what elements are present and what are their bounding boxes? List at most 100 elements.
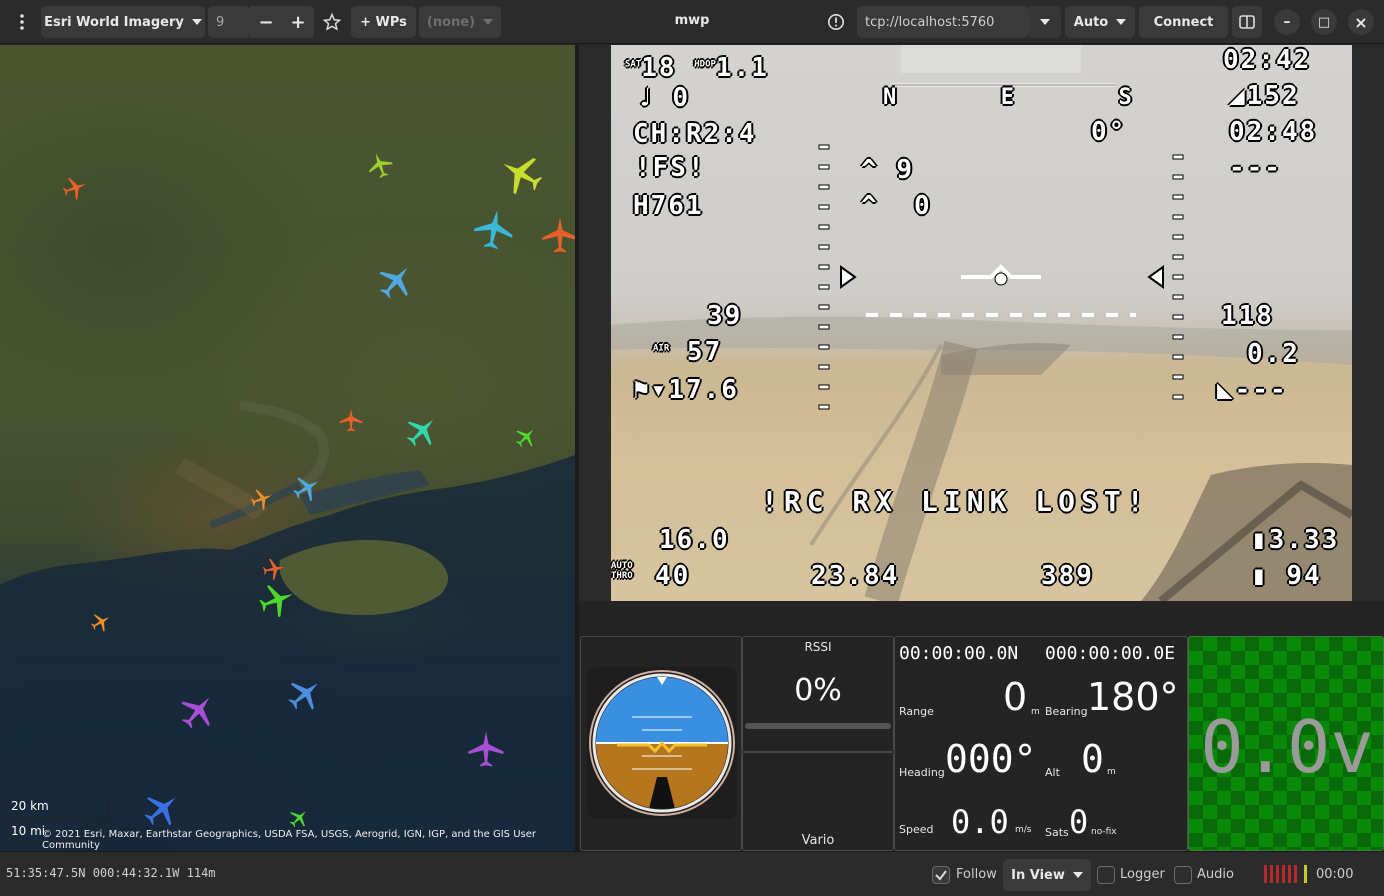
voltage-value: 0.0v xyxy=(1200,705,1374,789)
aircraft-icon[interactable] xyxy=(540,215,575,255)
nav-latitude: 00:00:00.0N xyxy=(899,643,1019,664)
range-label: Range xyxy=(899,705,934,718)
osd-time2: 02:48 xyxy=(1229,117,1318,147)
zoom-out-button[interactable]: − xyxy=(250,6,282,38)
osd-efficiency: 389 xyxy=(1041,561,1094,591)
osd-ground-speed: 39 xyxy=(707,301,743,331)
mission-dropdown[interactable]: (none) xyxy=(419,6,501,38)
osd-angle: 0° xyxy=(1091,117,1127,147)
osd-channel: CH:R2:4 xyxy=(633,119,757,149)
osd-sats: SAT18 HDOP1.1 xyxy=(625,53,769,83)
map-view[interactable]: 20 km 10 mi © 2021 Esri, Maxar, Earthsta… xyxy=(0,45,575,851)
map-source-dropdown[interactable]: Esri World Imagery xyxy=(41,6,205,38)
alt-unit: m xyxy=(1107,767,1116,777)
sats-value: 0 xyxy=(1069,803,1089,841)
nav-longitude: 000:00:00.0E xyxy=(1045,643,1176,664)
checkmark-icon xyxy=(935,870,947,881)
heading-label: Heading xyxy=(899,766,945,779)
aircraft-icon[interactable] xyxy=(466,729,506,769)
osd-h761: H761 xyxy=(633,191,704,221)
sats-unit: no-fix xyxy=(1091,827,1117,837)
speed-unit: m/s xyxy=(1015,825,1032,835)
osd-vario: 0.2 xyxy=(1247,339,1300,369)
main-menu-button[interactable] xyxy=(8,6,36,38)
vario-panel: Vario xyxy=(742,752,894,851)
header-bar: Esri World Imagery 9 − + + WPs (none) mw… xyxy=(0,0,1384,44)
osd-link-lost: !RC RX LINK LOST! xyxy=(761,485,1150,518)
favourite-button[interactable] xyxy=(318,6,346,38)
chevron-down-icon xyxy=(1072,872,1083,878)
connect-button[interactable]: Connect xyxy=(1139,6,1228,38)
chevron-down-icon xyxy=(191,19,202,25)
aircraft-icon[interactable] xyxy=(469,204,520,255)
speed-label: Speed xyxy=(899,823,934,836)
osd-auto-thro-label: AUTO THRO xyxy=(611,561,633,581)
chevron-down-icon xyxy=(1040,19,1050,25)
range-unit: m xyxy=(1031,707,1040,717)
speed-value: 0.0 xyxy=(951,803,1009,841)
bearing-value: 180° xyxy=(1087,675,1179,719)
video-pane: SAT18 HDOP1.1 ♩ 0 N E S CH:R2:4 !FS! H76… xyxy=(579,45,1384,601)
artificial-horizon xyxy=(589,670,735,816)
mission-select-label: (none) xyxy=(426,14,476,30)
osd-cell-voltage: ▮3.33 xyxy=(1251,525,1340,555)
add-waypoints-button[interactable]: + WPs xyxy=(351,6,416,38)
osd-airspeed: AIR 57 xyxy=(653,337,723,367)
device-dropdown-button[interactable] xyxy=(1029,6,1061,38)
nav-status-panel: 00:00:00.0N 000:00:00.0E Range 0 m Beari… xyxy=(894,636,1188,851)
osd-dash1: --- xyxy=(1229,153,1282,183)
scale-bar-km: 20 km xyxy=(6,795,108,819)
osd-battery-pct: ▮ 94 xyxy=(1251,561,1322,591)
osd-zero-b: ^ 0 xyxy=(861,191,932,221)
alt-value: 0 xyxy=(1081,737,1104,781)
logger-label: Logger xyxy=(1120,867,1165,882)
vario-label: Vario xyxy=(801,833,835,848)
osd-time1: 02:42 xyxy=(1223,45,1312,75)
info-button[interactable] xyxy=(820,6,852,38)
heading-value: 000° xyxy=(945,737,1037,781)
rssi-panel: RSSI 0% xyxy=(742,636,894,752)
osd-current: 16.0 xyxy=(659,525,730,555)
view-mode-label: In View xyxy=(1011,867,1065,883)
follow-checkbox[interactable] xyxy=(932,866,950,884)
osd-mah: 23.84 xyxy=(811,561,900,591)
maximize-button[interactable]: □ xyxy=(1311,9,1337,35)
status-bar: 51:35:47.5N 000:44:32.1W 114m Follow In … xyxy=(0,851,1384,896)
pane-toggle-icon xyxy=(1239,15,1255,29)
vertical-dots-icon xyxy=(20,14,24,30)
device-input[interactable]: tcp://localhost:5760 xyxy=(857,6,1029,38)
protocol-dropdown[interactable]: Auto xyxy=(1065,6,1135,38)
alt-label: Alt xyxy=(1045,766,1060,779)
chevron-down-icon xyxy=(483,19,494,25)
osd-heading-tape: N E S xyxy=(883,85,1158,110)
view-mode-dropdown[interactable]: In View xyxy=(1003,859,1091,891)
link-quality-bars xyxy=(1264,865,1307,883)
osd-dash2: ◣--- xyxy=(1217,375,1288,405)
osd-count: ♩ 0 xyxy=(637,83,690,113)
app-window: Esri World Imagery 9 − + + WPs (none) mw… xyxy=(0,0,1384,896)
chevron-down-icon xyxy=(1116,19,1127,25)
rssi-level-bar xyxy=(745,723,891,729)
aircraft-icon[interactable] xyxy=(338,407,364,433)
attitude-panel xyxy=(580,636,742,851)
audio-checkbox[interactable] xyxy=(1174,866,1192,884)
star-icon xyxy=(323,13,341,31)
osd-throttle: 40 xyxy=(655,561,691,591)
sats-label: Sats xyxy=(1045,826,1069,839)
fpv-video[interactable]: SAT18 HDOP1.1 ♩ 0 N E S CH:R2:4 !FS! H76… xyxy=(611,45,1352,601)
close-button[interactable]: × xyxy=(1348,9,1374,35)
protocol-label: Auto xyxy=(1073,14,1109,30)
window-title: mwp xyxy=(674,13,710,28)
info-icon xyxy=(827,13,845,31)
zoom-level-field[interactable]: 9 xyxy=(208,6,250,38)
rssi-value: 0% xyxy=(794,673,842,708)
osd-distance: ◢152 xyxy=(1229,81,1300,111)
minimize-button[interactable]: – xyxy=(1274,9,1300,35)
rssi-label: RSSI xyxy=(804,640,832,654)
pane-toggle-button[interactable] xyxy=(1232,6,1262,38)
osd-wind: ⚑▾17.6 xyxy=(633,375,739,405)
zoom-in-button[interactable]: + xyxy=(282,6,314,38)
logger-checkbox[interactable] xyxy=(1097,866,1115,884)
range-value: 0 xyxy=(1003,675,1028,719)
map-attribution: © 2021 Esri, Maxar, Earthstar Geographic… xyxy=(42,829,536,851)
